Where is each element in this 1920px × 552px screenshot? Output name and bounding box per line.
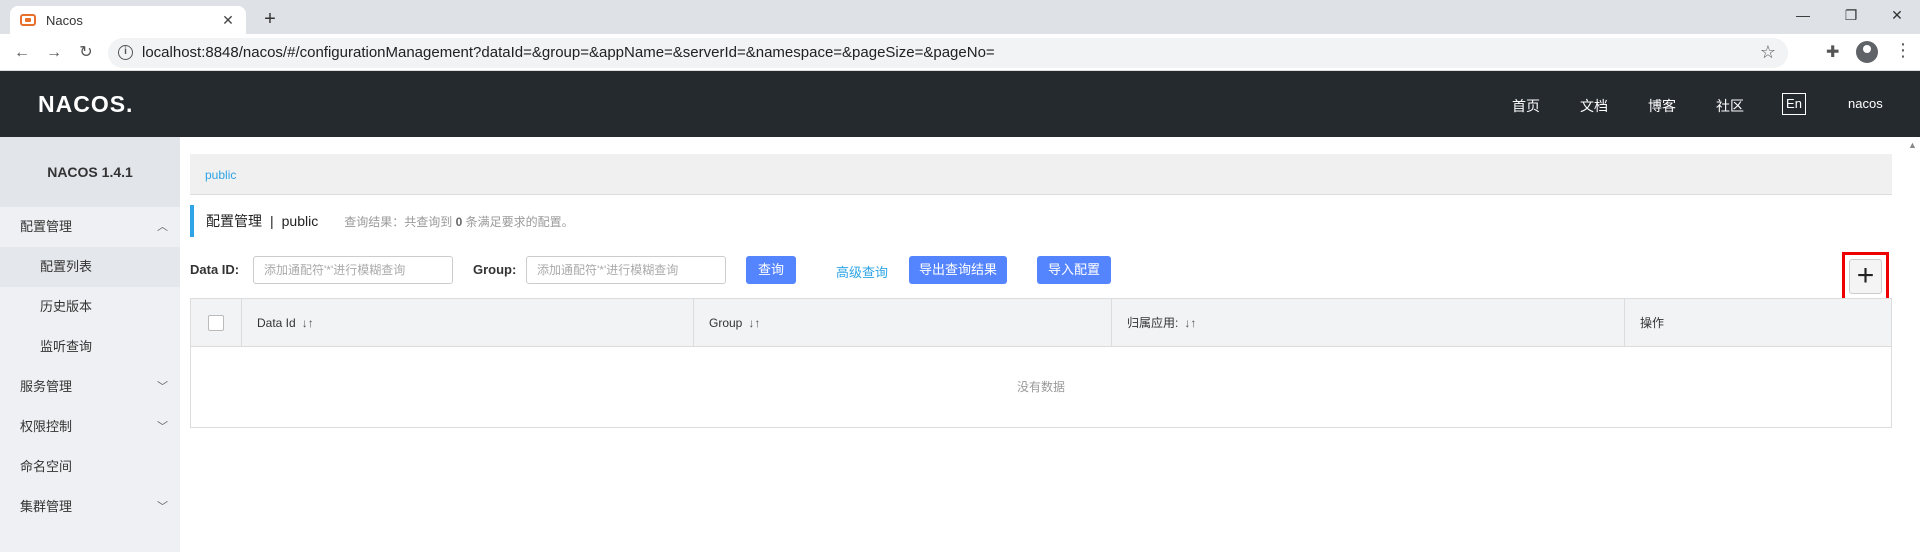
sidebar-item-cluster-management[interactable]: 集群管理 ﹀ [0,487,180,527]
namespace-tab-public[interactable]: public [205,168,236,182]
page-title: 配置管理 | public 查询结果：共查询到 0 条满足要求的配置。 [190,205,574,237]
sidebar-item-namespace[interactable]: 命名空间 [0,447,180,487]
sidebar-item-label: 权限控制 [20,419,73,434]
tab-close-icon[interactable]: ✕ [220,12,236,29]
address-bar[interactable]: i localhost:8848/nacos/#/configurationMa… [108,38,1788,68]
minimize-icon[interactable]: — [1780,0,1826,30]
page-title-text: 配置管理 [206,213,262,229]
sort-icon[interactable]: ↓↑ [1184,316,1196,330]
column-label: 归属应用: [1127,316,1179,330]
language-switch-button[interactable]: En [1782,93,1806,115]
sort-icon[interactable]: ↓↑ [302,316,314,330]
column-operation: 操作 [1624,299,1891,347]
nav-docs[interactable]: 文档 [1580,96,1608,116]
sort-icon[interactable]: ↓↑ [748,316,760,330]
column-label: Group [709,316,743,330]
chevron-down-icon: ﹀ [157,501,168,513]
site-info-icon[interactable]: i [118,45,133,60]
import-config-button[interactable]: 导入配置 [1037,256,1111,284]
result-prefix: 查询结果：共查询到 [344,214,453,229]
namespace-bar: public [190,154,1892,195]
title-namespace: public [281,213,319,229]
user-menu[interactable]: nacos [1848,96,1883,111]
browser-tabstrip: Nacos ✕ + — ❐ ✕ [0,0,1920,34]
sidebar-item-service-management[interactable]: 服务管理 ﹀ [0,367,180,407]
column-label: 操作 [1640,316,1665,330]
config-table: Data Id ↓↑ Group ↓↑ 归属应用: ↓↑ 操作 没有数据 [190,298,1892,428]
title-separator: | [270,213,274,229]
sidebar-item-config-list[interactable]: 配置列表 [0,247,180,287]
add-config-button-highlight: + [1842,252,1889,301]
sidebar-item-label: 命名空间 [20,459,73,474]
chevron-down-icon: ﹀ [157,381,168,393]
sidebar-item-label: 集群管理 [20,499,73,514]
profile-avatar-icon[interactable] [1856,41,1878,63]
nacos-logo[interactable]: NACOS. [38,91,133,118]
sidebar-item-label: 历史版本 [40,299,93,314]
bookmark-star-icon[interactable]: ☆ [1760,42,1776,63]
nav-home[interactable]: 首页 [1512,96,1540,116]
query-result-text: 查询结果：共查询到 0 条满足要求的配置。 [344,213,573,230]
sidebar-item-label: 监听查询 [40,339,93,354]
app-header: NACOS. 首页 文档 博客 社区 En nacos [0,71,1920,137]
chevron-up-icon: ︿ [157,221,168,233]
browser-toolbar: ← → ↻ i localhost:8848/nacos/#/configura… [0,34,1920,71]
group-label: Group: [473,262,517,277]
reload-icon[interactable]: ↻ [72,40,100,66]
empty-table-message: 没有数据 [1016,380,1065,394]
column-label: Data Id [257,316,296,330]
back-arrow-icon[interactable]: ← [8,40,36,66]
sidebar-item-listener-query[interactable]: 监听查询 [0,327,180,367]
column-data-id[interactable]: Data Id ↓↑ [241,299,693,347]
extensions-puzzle-icon[interactable]: ✚ [1826,42,1839,62]
new-tab-button[interactable]: + [256,6,284,34]
dataid-input[interactable] [253,256,453,284]
sidebar-item-label: 服务管理 [20,379,73,394]
export-results-button[interactable]: 导出查询结果 [909,256,1007,284]
scroll-up-icon[interactable]: ▲ [1908,140,1917,150]
result-suffix: 条满足要求的配置。 [465,214,574,229]
advanced-query-link[interactable]: 高级查询 [836,262,888,281]
url-text[interactable]: localhost:8848/nacos/#/configurationMana… [142,44,995,61]
select-all-checkbox[interactable] [208,315,224,331]
sidebar-item-label: 配置列表 [40,259,93,274]
sidebar: NACOS 1.4.1 配置管理 ︿ 配置列表 历史版本 监听查询 服务管理 ﹀… [0,137,180,552]
add-config-button[interactable]: + [1849,259,1882,294]
result-count: 0 [455,214,463,229]
dataid-label: Data ID: [190,262,240,277]
sidebar-item-access-control[interactable]: 权限控制 ﹀ [0,407,180,447]
browser-tab[interactable]: Nacos ✕ [10,6,246,34]
chevron-down-icon: ﹀ [157,421,168,433]
window-close-icon[interactable]: ✕ [1874,0,1920,30]
query-button[interactable]: 查询 [746,256,796,284]
column-group[interactable]: Group ↓↑ [693,299,1111,347]
column-app[interactable]: 归属应用: ↓↑ [1111,299,1624,347]
nav-community[interactable]: 社区 [1716,96,1744,116]
forward-arrow-icon[interactable]: → [40,40,68,66]
nacos-favicon-icon [20,14,36,26]
table-header: Data Id ↓↑ Group ↓↑ 归属应用: ↓↑ 操作 [191,299,1891,347]
browser-menu-icon[interactable]: ⋮ [1894,40,1912,61]
group-input[interactable] [526,256,726,284]
sidebar-item-history[interactable]: 历史版本 [0,287,180,327]
nav-blog[interactable]: 博客 [1648,96,1676,116]
tab-title: Nacos [46,12,83,28]
sidebar-version-title: NACOS 1.4.1 [0,137,180,207]
sidebar-item-config-management[interactable]: 配置管理 ︿ [0,207,180,247]
restore-icon[interactable]: ❐ [1828,0,1874,30]
sidebar-item-label: 配置管理 [20,219,73,234]
